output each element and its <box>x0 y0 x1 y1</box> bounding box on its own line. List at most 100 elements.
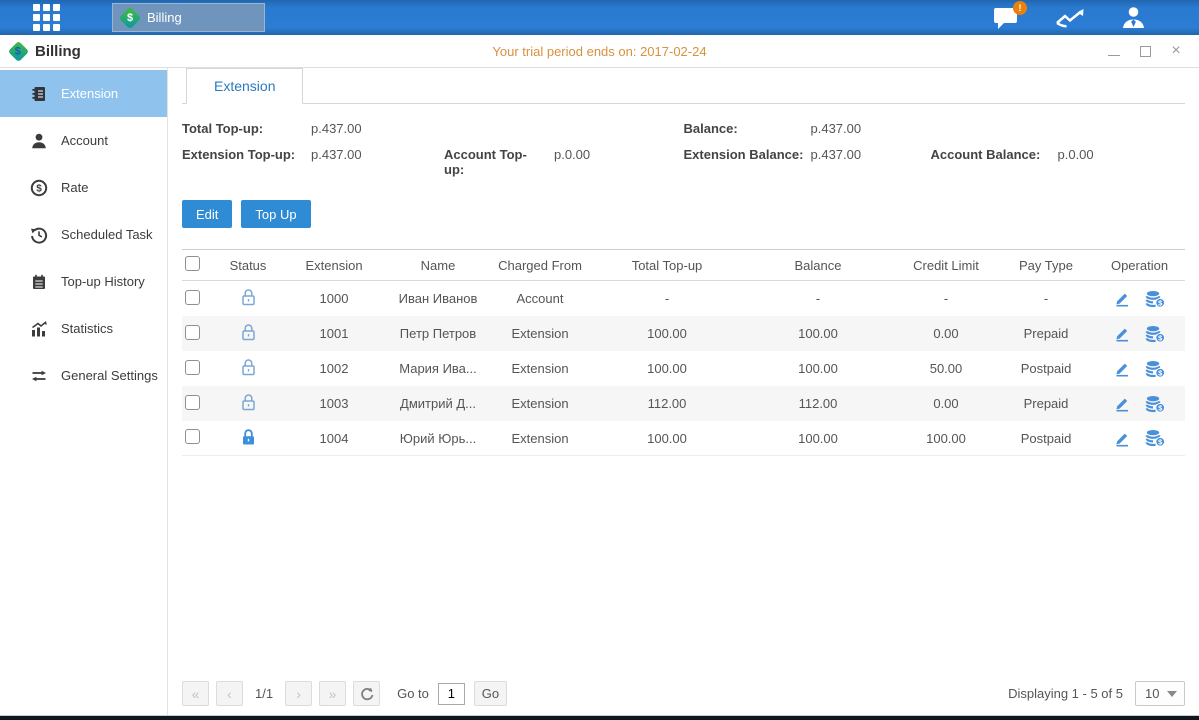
charged-from: Extension <box>488 326 592 341</box>
credit-limit: 50.00 <box>894 361 998 376</box>
edit-row-icon[interactable] <box>1113 395 1131 412</box>
header-extension: Extension <box>280 258 388 273</box>
status-unlocked-icon[interactable] <box>240 288 257 306</box>
topup-row-icon[interactable]: $ <box>1145 395 1166 413</box>
topup-row-icon[interactable]: $ <box>1145 290 1166 308</box>
extension-number: 1000 <box>280 291 388 306</box>
rate-icon: $ <box>30 179 48 197</box>
edit-row-icon[interactable] <box>1113 290 1131 307</box>
topbar-tab-label: Billing <box>147 10 182 25</box>
sidebar-item-topup-history[interactable]: Top-up History <box>0 258 167 305</box>
trial-message: Your trial period ends on: 2017-02-24 <box>0 44 1199 59</box>
last-page-button[interactable]: » <box>319 681 346 706</box>
table-row: 1001Петр ПетровExtension100.00100.000.00… <box>182 316 1185 351</box>
page-size-value: 10 <box>1145 686 1159 701</box>
charged-from: Account <box>488 291 592 306</box>
minimize-icon[interactable] <box>1107 44 1121 58</box>
extension-number: 1004 <box>280 431 388 446</box>
top-up-button[interactable]: Top Up <box>241 200 310 228</box>
sidebar-item-label: General Settings <box>61 368 158 383</box>
scheduled-task-icon <box>30 226 48 244</box>
row-checkbox[interactable] <box>185 360 200 375</box>
maximize-icon[interactable] <box>1138 44 1152 58</box>
edit-row-icon[interactable] <box>1113 360 1131 377</box>
balance: 100.00 <box>742 361 894 376</box>
extension-icon <box>30 85 48 103</box>
status-unlocked-icon[interactable] <box>240 393 257 411</box>
header-total-topup: Total Top-up <box>592 258 742 273</box>
window-title-text: Billing <box>35 43 81 60</box>
tab-bar: Extension <box>182 68 1185 104</box>
edit-row-icon[interactable] <box>1113 325 1131 342</box>
row-checkbox[interactable] <box>185 395 200 410</box>
credit-limit: - <box>894 291 998 306</box>
prev-page-button[interactable]: ‹ <box>216 681 243 706</box>
user-account-icon[interactable] <box>1120 5 1147 31</box>
pay-type: Prepaid <box>998 396 1094 411</box>
account-topup-label: Account Top-up: <box>444 147 546 177</box>
sidebar: Extension Account $ Rate Scheduled Task <box>0 68 168 715</box>
sidebar-item-rate[interactable]: $ Rate <box>0 164 167 211</box>
caret-down-icon <box>1167 691 1177 697</box>
topup-row-icon[interactable]: $ <box>1145 429 1166 447</box>
sidebar-item-general-settings[interactable]: General Settings <box>0 352 167 399</box>
row-checkbox[interactable] <box>185 429 200 444</box>
edit-button[interactable]: Edit <box>182 200 232 228</box>
extension-topup-value: p.437.00 <box>311 147 444 162</box>
workspace: Extension Account $ Rate Scheduled Task <box>0 68 1199 715</box>
topbar-tab-billing[interactable]: $ Billing <box>112 3 265 32</box>
edit-row-icon[interactable] <box>1113 430 1131 447</box>
page-size-select[interactable]: 10 <box>1135 681 1185 706</box>
balance-value: p.437.00 <box>811 121 862 136</box>
topup-row-icon[interactable]: $ <box>1145 325 1166 343</box>
credit-limit: 100.00 <box>894 431 998 446</box>
balance-summary: Total Top-up: p.437.00 Extension Top-up:… <box>182 121 1185 177</box>
billing-diamond-icon: $ <box>8 40 29 61</box>
extension-name: Мария Ива... <box>388 361 488 376</box>
extension-name: Юрий Юрь... <box>388 431 488 446</box>
go-button[interactable]: Go <box>474 681 507 706</box>
goto-page-input[interactable] <box>438 683 465 705</box>
total-topup: 100.00 <box>592 361 742 376</box>
header-charged-from: Charged From <box>488 258 592 273</box>
row-checkbox[interactable] <box>185 325 200 340</box>
close-icon[interactable]: × <box>1169 44 1183 58</box>
sidebar-item-scheduled-task[interactable]: Scheduled Task <box>0 211 167 258</box>
extension-topup-label: Extension Top-up: <box>182 147 311 162</box>
displaying-count: Displaying 1 - 5 of 5 <box>1008 686 1123 701</box>
status-locked-icon[interactable] <box>240 428 257 446</box>
status-unlocked-icon[interactable] <box>240 358 257 376</box>
sidebar-item-statistics[interactable]: Statistics <box>0 305 167 352</box>
status-unlocked-icon[interactable] <box>240 323 257 341</box>
general-settings-icon <box>30 367 48 385</box>
titlebar: $ Billing Your trial period ends on: 201… <box>0 35 1199 68</box>
billing-diamond-icon: $ <box>119 6 142 29</box>
messages-icon[interactable]: ! <box>993 6 1020 30</box>
sidebar-item-account[interactable]: Account <box>0 117 167 164</box>
credit-limit: 0.00 <box>894 326 998 341</box>
svg-text:$: $ <box>36 183 42 194</box>
account-balance-label: Account Balance: <box>931 147 1050 162</box>
refresh-button[interactable] <box>353 681 380 706</box>
pay-type: - <box>998 291 1094 306</box>
extension-name: Иван Иванов <box>388 291 488 306</box>
total-topup: 112.00 <box>592 396 742 411</box>
balance: 100.00 <box>742 431 894 446</box>
topup-row-icon[interactable]: $ <box>1145 360 1166 378</box>
topbar: $ Billing ! <box>0 0 1199 35</box>
app-launcher-icon[interactable] <box>33 4 60 31</box>
extension-name: Петр Петров <box>388 326 488 341</box>
table-body: 1000Иван ИвановAccount----$1001Петр Петр… <box>182 281 1185 456</box>
select-all-checkbox[interactable] <box>185 256 200 271</box>
tab-extension[interactable]: Extension <box>186 68 303 104</box>
sidebar-item-extension[interactable]: Extension <box>0 70 167 117</box>
credit-limit: 0.00 <box>894 396 998 411</box>
extension-number: 1003 <box>280 396 388 411</box>
charged-from: Extension <box>488 396 592 411</box>
first-page-button[interactable]: « <box>182 681 209 706</box>
monitor-chart-icon[interactable] <box>1054 6 1086 30</box>
total-topup-label: Total Top-up: <box>182 121 311 136</box>
row-checkbox[interactable] <box>185 290 200 305</box>
next-page-button[interactable]: › <box>285 681 312 706</box>
sidebar-item-label: Scheduled Task <box>61 227 153 242</box>
